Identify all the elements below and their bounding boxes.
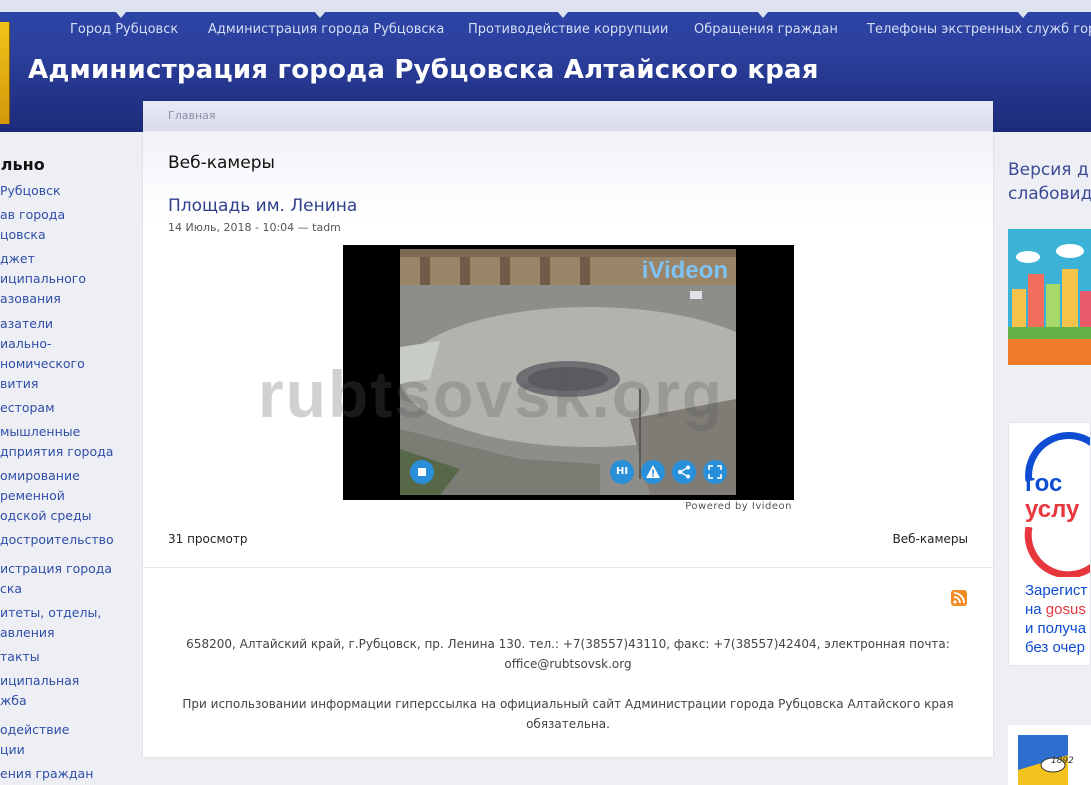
sidebar-item[interactable]: азатели [0, 314, 53, 334]
powered-by-ivideon[interactable]: Powered by Ivideon [685, 501, 792, 512]
sidebar-item[interactable]: азования [0, 289, 61, 309]
emblem-year: 1892 [1051, 756, 1074, 766]
top-navigation: Город Рубцовск Администрация города Рубц… [0, 11, 1091, 48]
sidebar-item[interactable]: ения граждан [0, 764, 93, 784]
view-count: 31 просмотр [168, 532, 248, 546]
site-title[interactable]: Администрация города Рубцовска Алтайског… [28, 55, 819, 85]
footer-contacts: 658200, Алтайский край, г.Рубцовск, пр. … [163, 634, 973, 674]
topnav-item-emergency-phones[interactable]: Телефоны экстренных служб горо [867, 22, 1091, 37]
topnav-item-anticorruption[interactable]: Противодействие коррупции [468, 22, 668, 37]
gosuslugi-title-1: гос [1025, 470, 1063, 497]
warning-icon[interactable] [641, 460, 665, 484]
article-meta: 14 Июль, 2018 - 10:04 — tadm [168, 221, 341, 234]
sidebar-item[interactable]: ска [0, 579, 22, 599]
sidebar-item[interactable]: одействие [0, 720, 69, 740]
topnav-item-administration[interactable]: Администрация города Рубцовска [208, 22, 444, 37]
nav-pointer-icon [757, 11, 769, 18]
gosuslugi-title-2: услу [1025, 496, 1080, 523]
gosuslugi-line-3: и получа [1025, 620, 1087, 637]
sidebar-item[interactable]: жба [0, 691, 27, 711]
main-content: Главная Веб-камеры Площадь им. Ленина 14… [143, 101, 993, 757]
sidebar-heading: ально [0, 155, 45, 174]
nav-pointer-icon [314, 11, 326, 18]
fullscreen-icon[interactable] [703, 460, 727, 484]
topnav-item-city[interactable]: Город Рубцовск [70, 22, 178, 37]
sidebar-item[interactable]: такты [0, 647, 40, 667]
divider [143, 567, 993, 568]
version-line-2: слабовид [1008, 184, 1091, 204]
page-title: Веб-камеры [168, 153, 275, 173]
webcam-player[interactable]: iVideon HI [343, 245, 794, 500]
sidebar-item[interactable]: одской среды [0, 506, 91, 526]
sidebar-item[interactable]: ав города [0, 205, 65, 225]
city-emblem-banner[interactable]: 1892 [1008, 725, 1091, 785]
city-illustration [1008, 229, 1091, 365]
rss-icon[interactable] [951, 590, 967, 606]
sidebar-item[interactable]: истрация города [0, 559, 112, 579]
footer-email-link[interactable]: office@rubtsovsk.org [163, 654, 973, 674]
city-environment-banner[interactable] [1008, 229, 1091, 365]
sidebar-item[interactable]: омирование [0, 466, 80, 486]
article-title-link[interactable]: Площадь им. Ленина [168, 196, 357, 216]
sidebar-item[interactable]: иципального [0, 269, 86, 289]
topnav-item-citizen-appeals[interactable]: Обращения граждан [694, 22, 838, 37]
gosuslugi-banner[interactable]: гос услу Зарегист на gosus и получа без … [1008, 422, 1091, 666]
gosuslugi-line-2-prefix: на [1025, 601, 1046, 618]
hi-quality-icon[interactable]: HI [610, 460, 634, 484]
sidebar-item[interactable]: джет [0, 249, 35, 269]
gosuslugi-arc-icon [1024, 527, 1090, 577]
sidebar-item[interactable]: иально- [0, 334, 51, 354]
sidebar-item[interactable]: номического [0, 354, 85, 374]
gosuslugi-line-2: на gosus [1025, 600, 1087, 619]
nav-pointer-icon [115, 11, 127, 18]
sidebar-item[interactable]: ременной [0, 486, 65, 506]
accessibility-version-link[interactable]: Версия д слабовид [1008, 158, 1091, 206]
webcam-frame[interactable]: iVideon [400, 249, 736, 495]
breadcrumb-bar: Главная [143, 101, 993, 131]
breadcrumb-home[interactable]: Главная [168, 109, 216, 122]
nav-pointer-icon [1017, 11, 1029, 18]
webcam-image [400, 249, 736, 495]
header-top-strip [0, 0, 1091, 12]
version-line-1: Версия д [1008, 160, 1089, 180]
share-icon[interactable] [672, 460, 696, 484]
gosuslugi-line-4: без очер [1025, 639, 1085, 656]
footer-address: 658200, Алтайский край, г.Рубцовск, пр. … [186, 637, 950, 651]
sidebar-item[interactable]: дприятия города [0, 442, 113, 462]
stop-icon[interactable] [410, 460, 434, 484]
gosuslugi-line-1: Зарегист [1025, 582, 1088, 599]
sidebar-item[interactable]: Рубцовск [0, 181, 61, 201]
sidebar-item[interactable]: достроительство [0, 530, 114, 550]
sidebar-item[interactable]: есторам [0, 398, 55, 418]
footer-notice: При использовании информации гиперссылка… [182, 697, 954, 731]
ivideon-logo: iVideon [641, 257, 728, 284]
sidebar-item[interactable]: ции [0, 740, 25, 760]
sidebar-item[interactable]: авления [0, 623, 55, 643]
category-link[interactable]: Веб-камеры [893, 532, 968, 546]
city-emblem-icon [1018, 735, 1068, 785]
city-crest-logo[interactable] [0, 22, 10, 124]
sidebar-item[interactable]: иципальная [0, 671, 79, 691]
nav-pointer-icon [557, 11, 569, 18]
sidebar-item[interactable]: мышленные [0, 422, 80, 442]
sidebar-item[interactable]: вития [0, 374, 38, 394]
sidebar-item[interactable]: цовска [0, 225, 46, 245]
gosuslugi-link[interactable]: gosus [1046, 601, 1086, 618]
sidebar-item[interactable]: итеты, отделы, [0, 603, 101, 623]
gosuslugi-text: Зарегист на gosus и получа без очер [1025, 581, 1087, 657]
